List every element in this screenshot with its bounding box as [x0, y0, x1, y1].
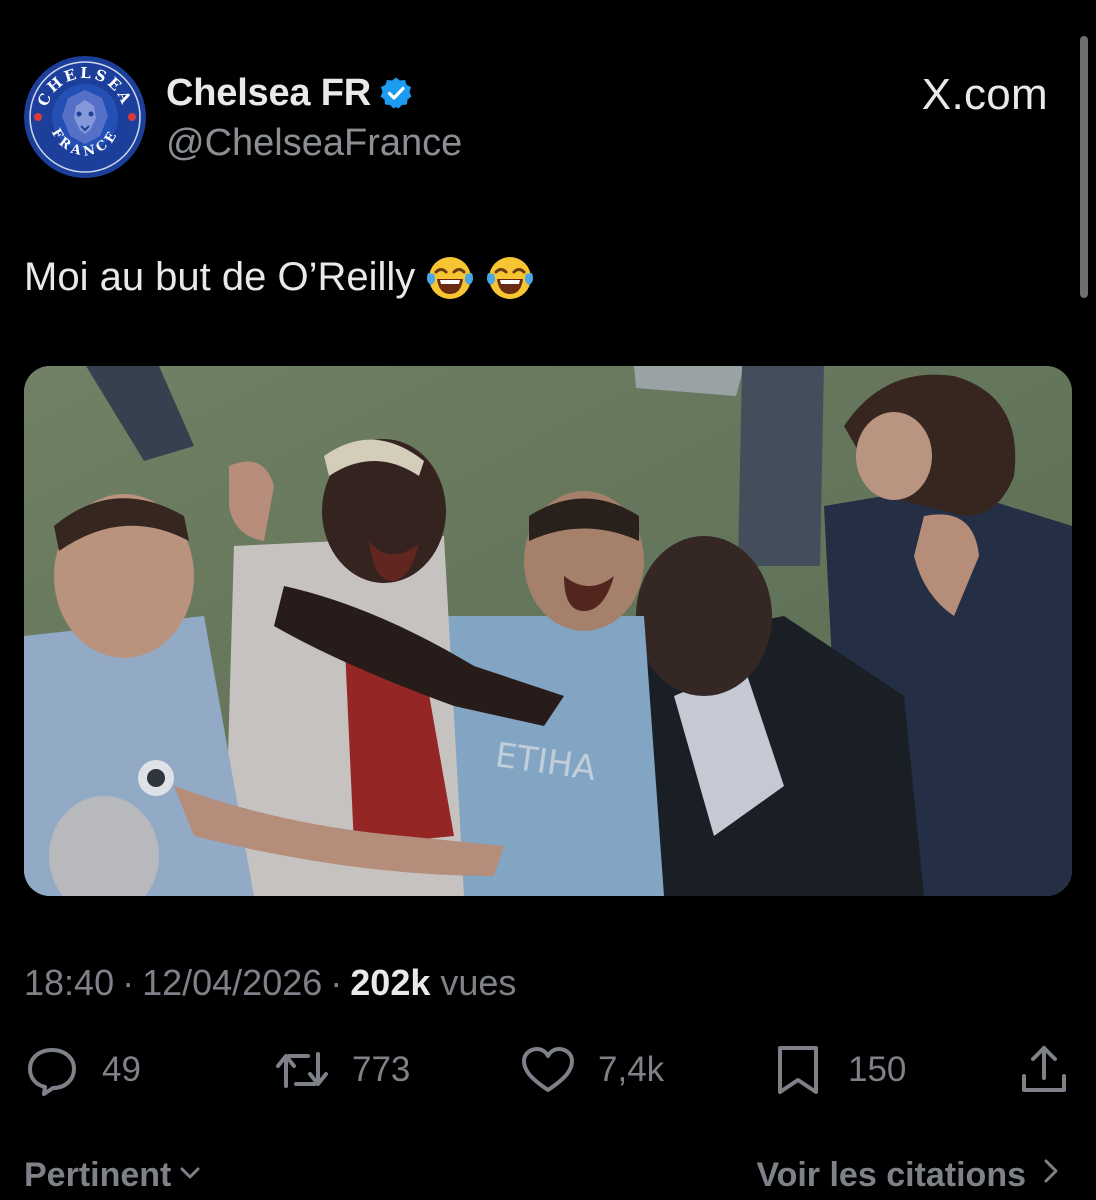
share-icon — [1016, 1042, 1072, 1098]
repost-button[interactable]: 773 — [274, 1040, 410, 1100]
tweet-meta: 18:40 · 12/04/2026 · 202k vues — [24, 962, 516, 1004]
tweet-text: Moi au but de O’Reilly — [24, 252, 535, 302]
verified-badge-icon[interactable] — [379, 76, 413, 110]
reply-icon — [24, 1042, 80, 1098]
display-name[interactable]: Chelsea FR — [166, 72, 371, 115]
sort-label: Pertinent — [24, 1156, 172, 1194]
meta-separator: · — [122, 962, 135, 1003]
share-button[interactable] — [1016, 1040, 1072, 1100]
tweet-footer: Pertinent Voir les citations — [24, 1152, 1072, 1200]
heart-icon — [520, 1042, 576, 1098]
like-count: 7,4k — [598, 1050, 665, 1089]
repost-icon — [274, 1042, 330, 1098]
brand-label: X.com — [921, 70, 1048, 119]
chevron-right-icon — [1040, 1156, 1062, 1195]
tweet-time[interactable]: 18:40 — [24, 962, 114, 1004]
views-count: 202k — [350, 962, 431, 1003]
tweet-body: Moi au but de O’Reilly — [24, 254, 416, 299]
sort-replies-dropdown[interactable]: Pertinent — [24, 1156, 203, 1195]
tears-of-joy-emoji-icon — [485, 252, 535, 302]
tweet-date[interactable]: 12/04/2026 — [142, 962, 322, 1004]
action-bar: 49 773 7,4k 150 — [24, 1040, 1072, 1100]
chelsea-france-crest-icon: CHELSEA FRANCE — [24, 56, 146, 178]
bookmark-count: 150 — [848, 1050, 907, 1089]
views-label: vues — [440, 962, 517, 1003]
video-still-image: ETIHA — [24, 366, 1072, 896]
meta-separator: · — [330, 962, 343, 1003]
bookmark-button[interactable]: 150 — [770, 1040, 906, 1100]
name-row: Chelsea FR — [166, 70, 413, 116]
reply-button[interactable]: 49 — [24, 1040, 141, 1100]
tweet-header: CHELSEA FRANCE Chelsea FR @ChelseaFrance… — [24, 56, 1056, 180]
repost-count: 773 — [352, 1050, 411, 1089]
scrollbar[interactable] — [1080, 36, 1088, 298]
tweet-media-video[interactable]: ETIHA — [24, 366, 1072, 896]
bookmark-icon — [770, 1042, 826, 1098]
reply-count: 49 — [102, 1050, 141, 1089]
handle[interactable]: @ChelseaFrance — [166, 122, 462, 165]
like-button[interactable]: 7,4k — [520, 1040, 664, 1100]
avatar[interactable]: CHELSEA FRANCE — [24, 56, 146, 178]
view-quotes-link[interactable]: Voir les citations — [756, 1156, 1062, 1195]
chevron-down-icon — [177, 1156, 203, 1195]
quotes-label: Voir les citations — [756, 1156, 1026, 1194]
tears-of-joy-emoji-icon — [425, 252, 475, 302]
